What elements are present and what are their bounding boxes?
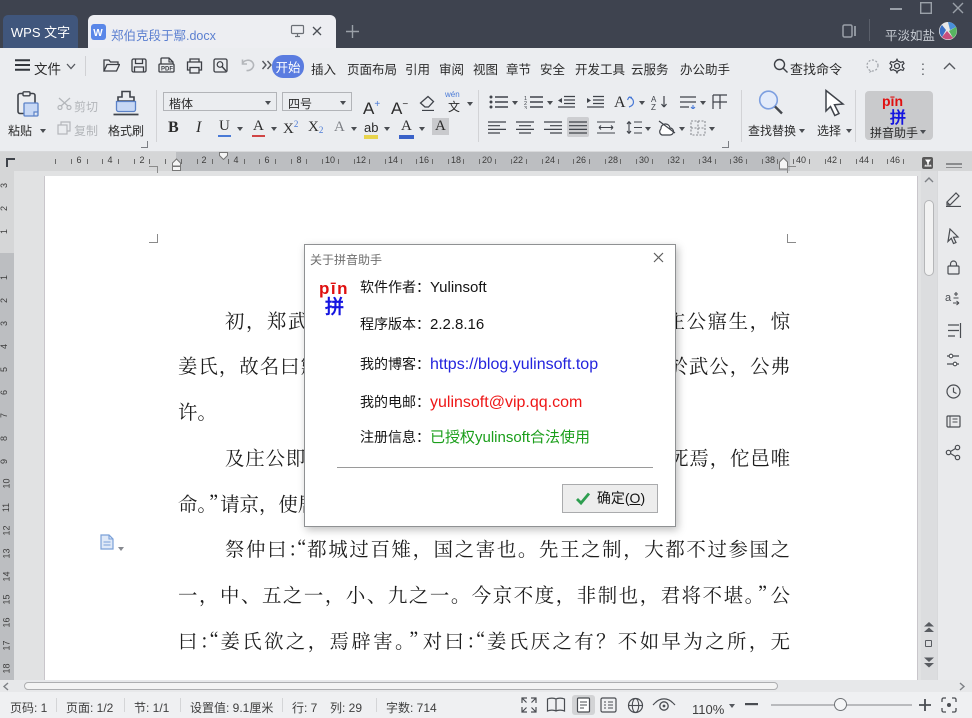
svg-text:PDF: PDF — [161, 67, 173, 73]
svg-text:3: 3 — [524, 106, 527, 109]
svg-text:Z: Z — [651, 103, 656, 110]
svg-text:a: a — [945, 292, 952, 304]
